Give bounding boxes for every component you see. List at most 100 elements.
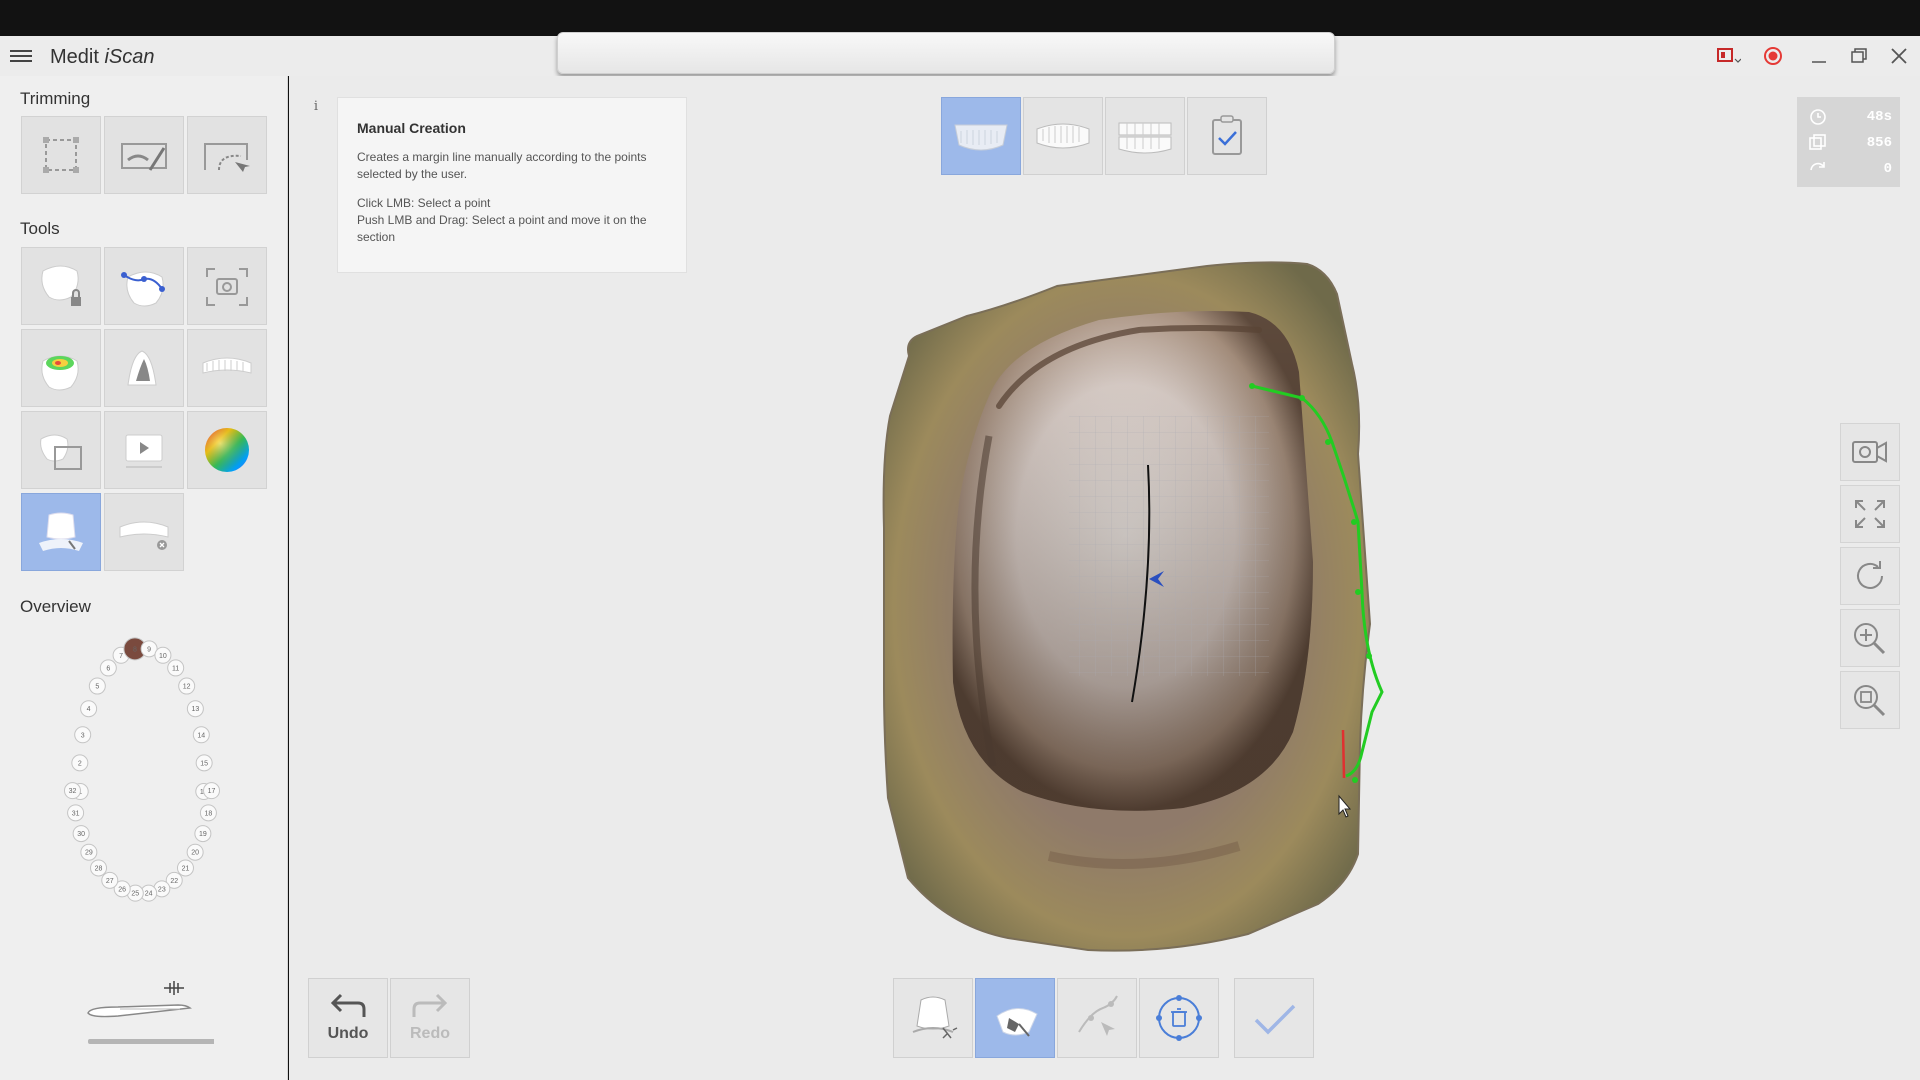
compare-button[interactable]	[21, 411, 101, 489]
arch-remove-icon	[119, 521, 169, 550]
play-icon	[125, 434, 163, 468]
record-icon[interactable]	[1760, 44, 1786, 68]
tooth-number-13: 13	[191, 706, 199, 713]
occlusion-map-icon	[41, 355, 79, 390]
timer-icon	[1810, 109, 1826, 125]
rotate-icon	[1857, 561, 1883, 589]
scan-time-row: 48s	[1797, 103, 1900, 129]
margin-line-button[interactable]	[21, 493, 101, 571]
zoom-in-button[interactable]	[1840, 609, 1900, 667]
manual-creation-button[interactable]	[975, 978, 1055, 1058]
delete-margin-button[interactable]	[1139, 978, 1219, 1058]
lower-jaw-icon	[1036, 123, 1090, 149]
occlusion-icon	[1118, 122, 1172, 154]
left-sidebar: Trimming Tools Overview 2 3 4 5 6 7 8 9 …	[0, 76, 288, 1080]
tooth-number-9: 9	[147, 646, 151, 653]
scan-stats-panel: 48s 856 0	[1797, 97, 1900, 187]
tooth-number-25: 25	[131, 891, 139, 898]
tooth-number-30: 30	[77, 831, 85, 838]
tooth-path-icon	[121, 271, 165, 306]
lock-tooth-button[interactable]	[21, 247, 101, 325]
occlusion-analysis-button[interactable]	[21, 329, 101, 407]
tooth-number-24: 24	[145, 891, 153, 898]
close-icon[interactable]	[1886, 44, 1912, 68]
minimize-icon[interactable]	[1806, 44, 1832, 68]
margin-line-icon	[39, 512, 83, 551]
video-camera-icon	[1852, 441, 1887, 463]
tooltip-description: Creates a margin line manually according…	[357, 150, 647, 181]
main-viewport[interactable]: i Manual Creation Creates a margin line …	[289, 76, 1920, 1080]
dental-scan-model[interactable]	[839, 256, 1459, 996]
auto-margin-button[interactable]	[893, 978, 973, 1058]
tooth-number-20: 20	[191, 850, 199, 857]
tooth-number-10: 10	[159, 653, 167, 660]
compare-teeth-icon	[40, 434, 82, 470]
undercut-button[interactable]	[104, 329, 184, 407]
tooth-number-8: 8	[133, 646, 137, 653]
tooth-number-14: 14	[197, 732, 205, 739]
scan-frames-row: 856	[1797, 129, 1900, 155]
tooth-number-22: 22	[170, 878, 178, 885]
tooth-chart[interactable]: 1234567891011121314151617181920212223242…	[42, 624, 242, 944]
tooth-number-32: 32	[69, 788, 77, 795]
color-sphere-button[interactable]	[187, 411, 267, 489]
undo-icon	[330, 993, 366, 1017]
tooltip-title: Manual Creation	[357, 120, 466, 136]
tooth-number-21: 21	[182, 865, 190, 872]
title-search-field[interactable]	[557, 32, 1335, 74]
fit-view-button[interactable]	[1840, 485, 1900, 543]
tooth-number-7: 7	[119, 653, 123, 660]
zoom-fit-button[interactable]	[1840, 671, 1900, 729]
tooth-number-11: 11	[172, 665, 179, 672]
auto-margin-icon	[912, 996, 958, 1039]
menu-hamburger-icon[interactable]	[10, 45, 32, 67]
tooth-number-15: 15	[200, 760, 208, 767]
undo-button[interactable]: Undo	[308, 978, 388, 1058]
redo-button[interactable]: Redo	[390, 978, 470, 1058]
zoom-in-icon	[1854, 623, 1886, 655]
stage-occlusion-button[interactable]	[1105, 97, 1185, 175]
title-bar: Medit iScan	[0, 32, 1920, 76]
clipboard-check-icon	[1212, 115, 1242, 155]
trim-lasso-button[interactable]	[187, 116, 267, 194]
trash-circle-icon	[1156, 995, 1202, 1041]
play-video-button[interactable]	[104, 411, 184, 489]
tooth-number-27: 27	[106, 878, 114, 885]
tooth-lock-icon	[41, 265, 81, 306]
apply-button[interactable]	[1234, 978, 1314, 1058]
stage-complete-button[interactable]	[1187, 97, 1267, 175]
tooth-number-19: 19	[199, 831, 207, 838]
scan-third-row: 0	[1797, 155, 1900, 181]
tooth-number-2: 2	[78, 760, 82, 767]
edit-margin-button[interactable]	[1057, 978, 1137, 1058]
tools-section-title: Tools	[20, 219, 60, 238]
rotate-stat-icon	[1810, 162, 1825, 171]
smart-select-button[interactable]	[104, 247, 184, 325]
tool-tooltip-panel: Manual Creation Creates a margin line ma…	[337, 97, 687, 273]
stage-mandible-button[interactable]	[1023, 97, 1103, 175]
scanner-device-icon	[87, 981, 214, 1044]
top-strip	[0, 0, 1920, 36]
info-icon[interactable]: i	[307, 98, 325, 116]
tooth-number-28: 28	[95, 865, 103, 872]
app-title: Medit iScan	[50, 46, 155, 68]
view-toolbar	[1840, 423, 1900, 733]
restore-icon[interactable]	[1846, 44, 1872, 68]
tooth-number-6: 6	[106, 665, 110, 672]
tooth-number-31: 31	[72, 810, 80, 817]
arch-view-button[interactable]	[187, 329, 267, 407]
frames-icon	[1809, 134, 1826, 150]
trim-brush-button[interactable]	[104, 116, 184, 194]
trim-box-select-button[interactable]	[21, 116, 101, 194]
camera-view-button[interactable]	[1840, 423, 1900, 481]
screen-record-icon[interactable]	[1715, 44, 1742, 68]
reset-rotation-button[interactable]	[1840, 547, 1900, 605]
lasso-trim-icon	[204, 143, 250, 172]
undercut-icon	[127, 349, 157, 385]
redo-icon	[412, 993, 448, 1017]
dental-arch-icon	[202, 357, 252, 374]
stage-maxilla-button[interactable]	[941, 97, 1021, 175]
remove-arch-button[interactable]	[104, 493, 184, 571]
capture-button[interactable]	[187, 247, 267, 325]
pen-margin-icon	[996, 1008, 1038, 1037]
